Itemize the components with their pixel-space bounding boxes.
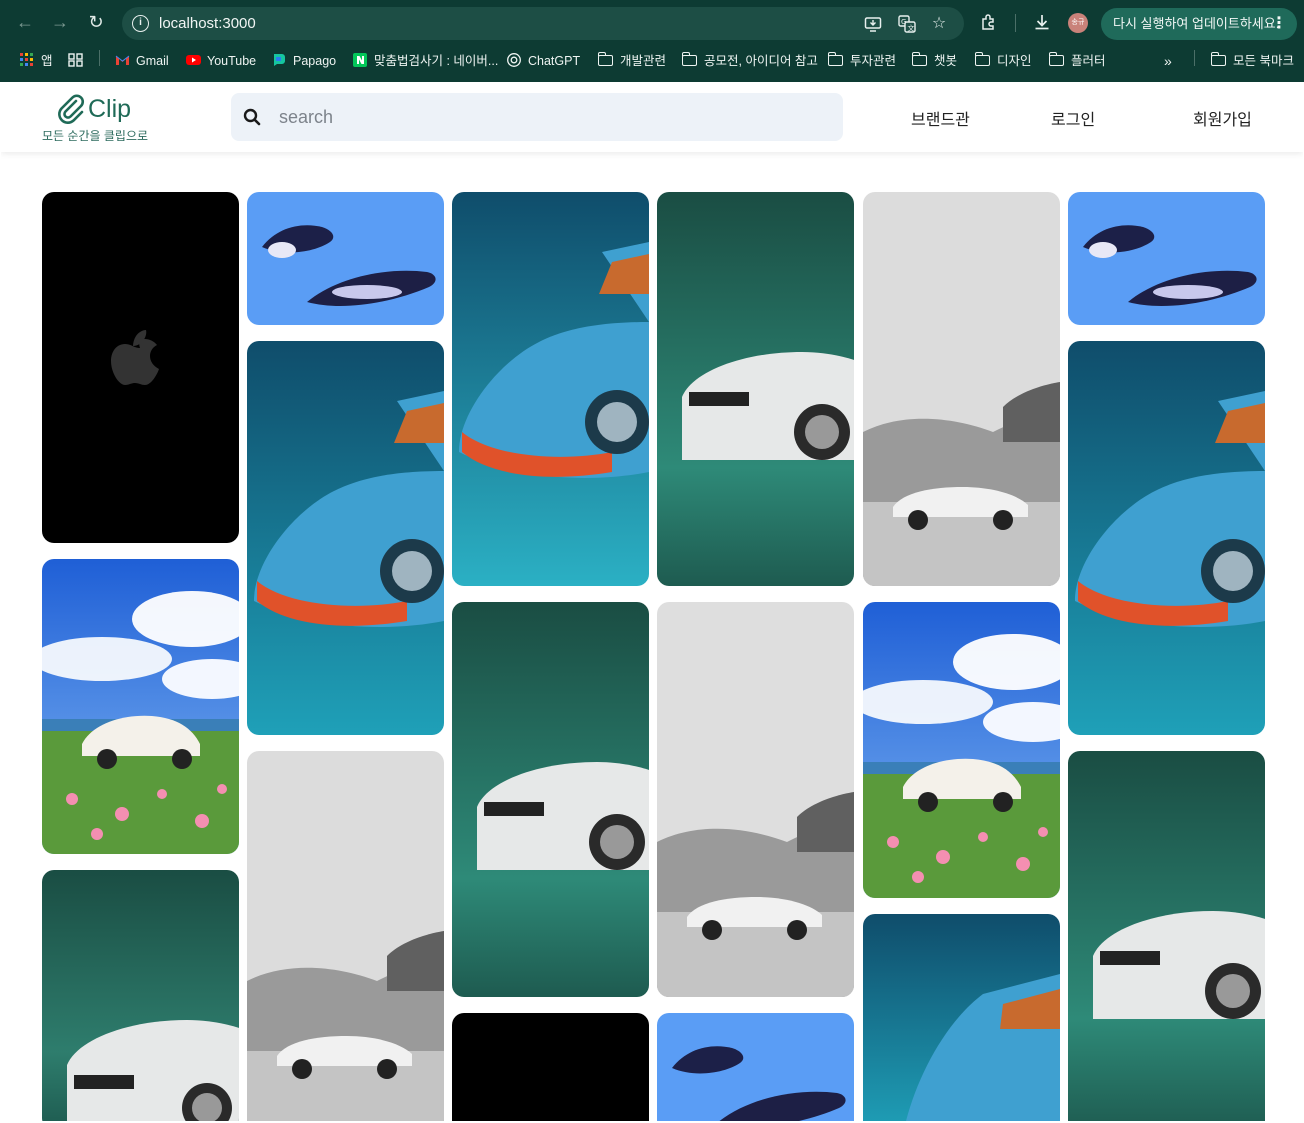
bookmark-youtube[interactable]: YouTube [186, 52, 256, 70]
bookmark-gmail[interactable]: Gmail [115, 52, 169, 70]
folder-icon [1210, 52, 1226, 66]
nav-brands[interactable]: 브랜드관 [911, 106, 970, 130]
bookmark-folder-dev[interactable]: 개발관련 [597, 52, 666, 70]
bookmark-folder-contest[interactable]: 공모전, 아이디어 참고 [681, 52, 818, 70]
more-bookmarks-icon[interactable]: » [1164, 52, 1172, 70]
profile-avatar[interactable]: 송규 [1068, 13, 1088, 33]
svg-text:文: 文 [908, 24, 915, 33]
bookmark-apps[interactable]: 앱 [20, 52, 53, 70]
youtube-icon [186, 55, 201, 65]
image-card-bmw-blue-3[interactable] [863, 914, 1060, 1121]
forward-arrow-icon[interactable]: → [49, 11, 71, 33]
image-card-bmw-white[interactable] [42, 870, 239, 1121]
install-app-icon[interactable] [864, 15, 882, 33]
papago-icon [274, 54, 285, 66]
bookmark-folder-chatbot[interactable]: 챗봇 [911, 52, 957, 70]
image-card-bmw-blue-2[interactable] [452, 192, 649, 586]
image-card-porsche-grey-2[interactable] [657, 602, 854, 997]
search-icon[interactable] [243, 108, 261, 126]
folder-icon [597, 52, 613, 66]
browser-chrome: ← → ↻ i localhost:3000 G文 ☆ 송규 다시 실행하여 업… [0, 0, 1304, 82]
image-card-porsche-flowers[interactable] [42, 559, 239, 854]
browser-toolbar: ← → ↻ i localhost:3000 G文 ☆ 송규 다시 실행하여 업… [0, 0, 1304, 44]
image-card-penguins-3[interactable] [1068, 192, 1265, 325]
back-arrow-icon[interactable]: ← [14, 11, 36, 33]
apps-grid-icon [20, 53, 33, 66]
extensions-icon[interactable] [979, 12, 999, 32]
image-card-porsche-grey-3[interactable] [863, 192, 1060, 586]
svg-text:G: G [901, 18, 906, 26]
image-card-bmw-white-2[interactable] [452, 602, 649, 997]
download-icon[interactable] [1032, 12, 1052, 32]
search-bar[interactable] [231, 93, 843, 141]
nav-signup[interactable]: 회원가입 [1193, 106, 1252, 130]
bookmarks-divider [1194, 50, 1195, 66]
address-bar[interactable]: i localhost:3000 G文 ☆ [122, 7, 964, 40]
toolbar-divider [1015, 14, 1016, 32]
search-input[interactable] [279, 101, 819, 133]
bookmark-folder-all[interactable]: 모든 북마크 [1210, 52, 1294, 70]
naver-icon [353, 53, 367, 67]
folder-icon [827, 52, 843, 66]
image-card-bmw-blue[interactable] [247, 341, 444, 735]
paperclip-icon [58, 94, 84, 124]
bookmark-star-icon[interactable]: ☆ [930, 15, 948, 33]
translate-icon[interactable]: G文 [898, 15, 916, 33]
bookmark-chatgpt[interactable]: ChatGPT [507, 52, 580, 70]
tagline: 모든 순간을 클립으로 [42, 129, 149, 143]
chatgpt-icon [507, 53, 521, 67]
image-card-black-apple[interactable] [42, 192, 239, 543]
folder-icon [974, 52, 990, 66]
image-card-bmw-blue-4[interactable] [1068, 341, 1265, 735]
gmail-icon [115, 55, 130, 65]
tab-groups-icon [68, 53, 83, 67]
image-card-black-apple-2[interactable] [452, 1013, 649, 1121]
bookmark-folder-flutter[interactable]: 플러터 [1048, 52, 1106, 70]
bookmarks-bar: 앱 Gmail YouTube Papago 맞춤법검사기 : 네이버... C… [0, 46, 1304, 76]
update-label: 다시 실행하여 업데이트하세요. [1113, 16, 1280, 31]
folder-icon [911, 52, 927, 66]
bookmark-naver-spellcheck[interactable]: 맞춤법검사기 : 네이버... [353, 52, 498, 70]
bookmarks-divider [99, 50, 100, 66]
bookmark-folder-design[interactable]: 디자인 [974, 52, 1032, 70]
image-card-penguins-2[interactable] [657, 1013, 854, 1121]
image-card-bmw-white-4[interactable] [1068, 751, 1265, 1121]
bookmark-papago[interactable]: Papago [272, 52, 336, 70]
bookmark-folder-invest[interactable]: 투자관련 [827, 52, 896, 70]
nav-login[interactable]: 로그인 [1051, 106, 1095, 130]
url-text[interactable]: localhost:3000 [159, 15, 256, 32]
update-button[interactable]: 다시 실행하여 업데이트하세요. ⋮ [1101, 8, 1297, 40]
bookmark-tab-groups[interactable] [68, 52, 89, 70]
folder-icon [1048, 52, 1064, 66]
reload-icon[interactable]: ↻ [85, 11, 107, 33]
page-viewport: Clip 모든 순간을 클립으로 브랜드관 로그인 회원가입 [1, 82, 1303, 1121]
site-header: Clip 모든 순간을 클립으로 브랜드관 로그인 회원가입 [1, 82, 1303, 152]
site-info-icon[interactable]: i [132, 15, 149, 32]
folder-icon [681, 52, 697, 66]
image-card-porsche-flowers-2[interactable] [863, 602, 1060, 898]
image-card-porsche-grey[interactable] [247, 751, 444, 1121]
image-card-penguins[interactable] [247, 192, 444, 325]
more-menu-icon[interactable]: ⋮ [1271, 8, 1287, 40]
image-card-bmw-white-3[interactable] [657, 192, 854, 586]
logo-text: Clip [88, 95, 132, 123]
